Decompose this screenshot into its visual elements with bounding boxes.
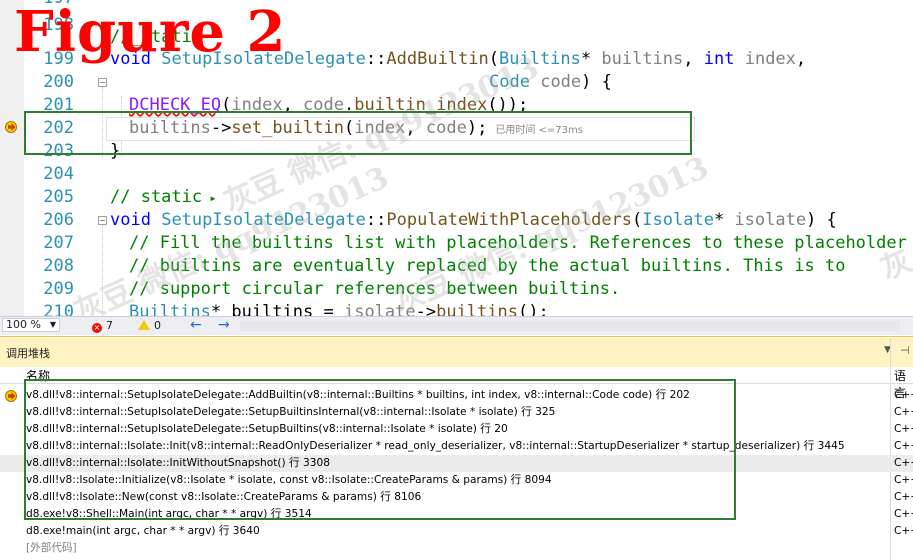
zoom-value: 100 %: [6, 318, 41, 331]
stack-frame-row[interactable]: d8.exe!main(int argc, char * * argv) 行 3…: [0, 523, 913, 540]
panel-title: 调用堆栈: [6, 347, 50, 360]
zoom-dropdown[interactable]: 100 % ▼: [2, 318, 60, 332]
navigate-forward-icon[interactable]: →: [218, 317, 230, 333]
line-number: 204: [43, 164, 74, 184]
navigate-back-icon[interactable]: ←: [190, 317, 202, 333]
line-number: 206: [43, 210, 74, 230]
execution-pointer-icon: [5, 121, 17, 133]
editor-status-bar: 100 % ▼ × 7 0 ← →: [0, 316, 913, 335]
annotation-box: [24, 111, 692, 155]
line-number: 208: [43, 256, 74, 276]
chevron-down-icon: ▼: [49, 320, 56, 329]
code-line-200: Code code) {: [489, 72, 612, 92]
code-line-210: Builtins* builtins = isolate->builtins()…: [129, 302, 549, 316]
line-number: 200: [43, 72, 74, 92]
line-number: 207: [43, 233, 74, 253]
code-editor[interactable]: 197 198 199 200 201 202 203 204 205 206 …: [0, 0, 913, 316]
collapse-toggle-icon[interactable]: −: [98, 78, 107, 87]
line-number: 209: [43, 279, 74, 299]
outline-guide: [102, 225, 103, 316]
line-number: 210: [43, 302, 74, 316]
collapse-toggle-icon[interactable]: −: [98, 216, 107, 225]
stack-frame-row-external[interactable]: [外部代码]: [0, 540, 913, 557]
code-line-209: // support circular references between b…: [129, 279, 621, 299]
code-line-205: // static ▸: [110, 187, 217, 207]
pin-icon[interactable]: ⊣: [900, 344, 910, 357]
warning-count[interactable]: 0: [138, 319, 161, 332]
code-line-206: void SetupIsolateDelegate::PopulateWithP…: [110, 210, 837, 230]
annotation-box: [24, 379, 736, 520]
error-count[interactable]: × 7: [92, 319, 113, 333]
code-line-207: // Fill the builtins list with placehold…: [129, 233, 907, 253]
figure-label: Figure 2: [14, 0, 287, 65]
horizontal-scrollbar[interactable]: [240, 321, 900, 331]
line-number: 205: [43, 187, 74, 207]
error-icon: ×: [92, 323, 102, 333]
panel-header: 调用堆栈 ▼ ⊣: [0, 336, 913, 367]
warning-icon: [138, 320, 150, 330]
code-line-208: // builtins are eventually replaced by t…: [129, 256, 846, 276]
